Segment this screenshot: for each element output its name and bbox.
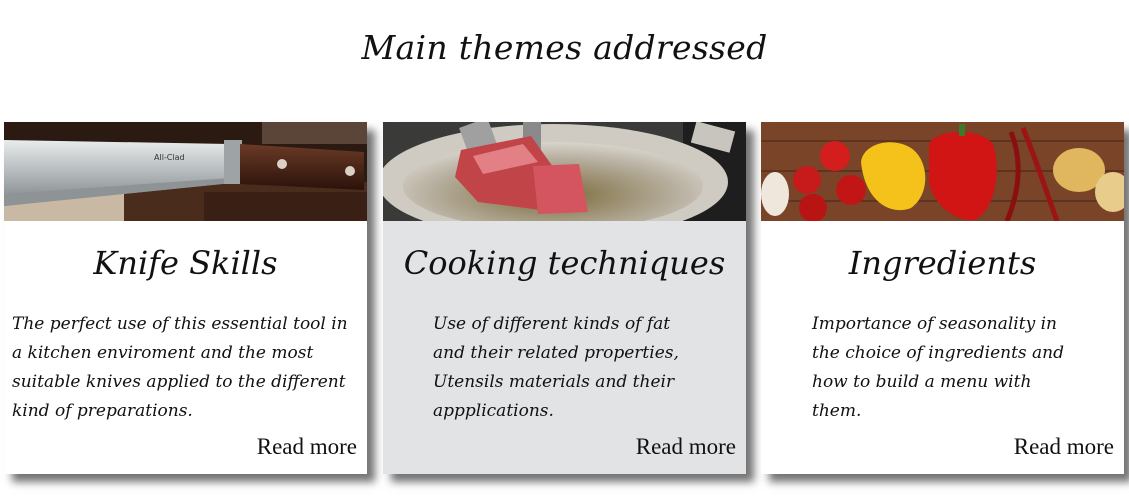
card-image-vegetables	[761, 122, 1124, 221]
card-cooking-techniques[interactable]: Cooking techniques Use of different kind…	[383, 122, 746, 474]
read-more-link[interactable]: Read more	[257, 434, 357, 460]
card-title: Ingredients	[848, 244, 1037, 282]
read-more-link[interactable]: Read more	[1014, 434, 1114, 460]
card-title: Cooking techniques	[403, 244, 726, 282]
card-image-knife: All-Clad	[4, 122, 367, 221]
vegetables-photo	[761, 122, 1124, 221]
read-more-link[interactable]: Read more	[636, 434, 736, 460]
card-knife-skills[interactable]: All-Clad Knife Skills The perfect use of…	[4, 122, 367, 474]
card-description: Importance of seasonality in the choice …	[812, 314, 1065, 421]
knife-brand-mark: All-Clad	[154, 153, 185, 162]
knife-photo: All-Clad	[4, 122, 367, 221]
card-image-pan	[383, 122, 746, 221]
card-description: The perfect use of this essential tool i…	[12, 314, 348, 421]
card-ingredients[interactable]: Ingredients Importance of seasonality in…	[761, 122, 1124, 474]
card-title: Knife Skills	[93, 244, 278, 282]
section-title: Main themes addressed	[361, 28, 768, 67]
pan-photo	[383, 122, 746, 221]
card-description: Use of different kinds of fat and their …	[433, 314, 679, 421]
